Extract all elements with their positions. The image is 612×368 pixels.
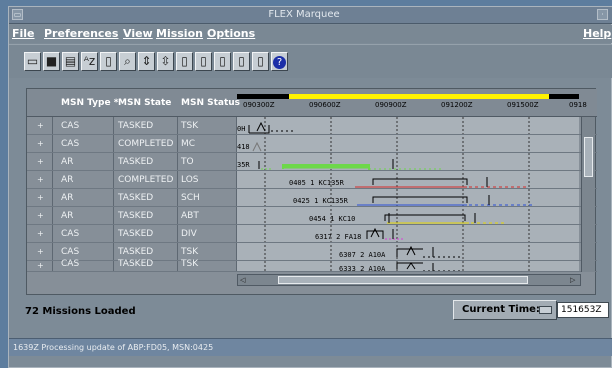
cell-msn-status: MC (181, 139, 196, 149)
table-row[interactable]: + CAS TASKED TSK (27, 257, 597, 272)
tick-3: 091200Z (441, 101, 473, 109)
sort-az-icon[interactable]: ᴬz (81, 52, 98, 71)
vertical-scrollbar[interactable] (581, 117, 595, 272)
tick-4: 091500Z (507, 101, 539, 109)
expand-icon[interactable]: ⇕ (138, 52, 155, 71)
menu-file[interactable]: File (12, 27, 35, 40)
tick-2: 090900Z (375, 101, 407, 109)
page-icon[interactable]: ▯ (176, 52, 193, 71)
cell-msn-status: TSK (181, 247, 199, 257)
expand-row-icon[interactable]: + (37, 229, 44, 238)
cell-msn-type: AR (61, 211, 74, 221)
print-icon[interactable]: ▤ (62, 52, 79, 71)
notes-icon[interactable]: ▯ (233, 52, 250, 71)
horizontal-scrollbar[interactable]: ◁ ▷ (237, 274, 581, 286)
save-icon[interactable]: ■ (43, 52, 60, 71)
cell-msn-type: AR (61, 193, 74, 203)
cell-msn-type: CAS (61, 259, 80, 269)
table-header: MSN Type * MSN State MSN Status 090300Z … (27, 89, 597, 117)
expand-row-icon[interactable]: + (37, 121, 44, 130)
tick-5: 0918 (569, 101, 587, 109)
current-time-button[interactable]: Current Time: (453, 300, 557, 320)
help-icon[interactable]: ? (271, 52, 288, 71)
cell-msn-status: ABT (181, 211, 199, 221)
cell-msn-status: DIV (181, 229, 197, 239)
expand-row-icon[interactable]: + (37, 157, 44, 166)
timeline-highlight (289, 94, 549, 99)
cell-msn-status: SCH (181, 193, 200, 203)
scroll-right-icon[interactable]: ▷ (570, 276, 578, 284)
col-msn-status[interactable]: MSN Status (181, 98, 240, 108)
toolbar: ▭ ■ ▤ ᴬz ▯ ⌕ ⇕ ⇳ ▯ ▯ ▯ ▯ ▯ ? (9, 44, 612, 78)
message-text: 1639Z Processing update of ABP:FD05, MSN… (13, 343, 214, 352)
expand-row-icon[interactable]: + (37, 175, 44, 184)
tick-1: 090600Z (309, 101, 341, 109)
table-row[interactable]: + CAS TASKED DIV (27, 225, 597, 243)
cell-msn-state: TASKED (118, 229, 154, 239)
cell-msn-state: COMPLETED (118, 139, 174, 149)
col-msn-state[interactable]: MSN State (118, 98, 171, 108)
table-row[interactable]: + CAS COMPLETED MC (27, 135, 597, 153)
cell-msn-type: CAS (61, 247, 80, 257)
expand-row-icon[interactable]: + (37, 211, 44, 220)
table-row[interactable]: + CAS TASKED TSK (27, 117, 597, 135)
cell-msn-type: AR (61, 157, 74, 167)
cell-msn-state: TASKED (118, 211, 154, 221)
menu-options[interactable]: Options (207, 27, 255, 40)
tick-0: 090300Z (243, 101, 275, 109)
scroll-left-icon[interactable]: ◁ (240, 276, 248, 284)
cell-msn-state: TASKED (118, 121, 154, 131)
current-time-field[interactable]: 151653Z (557, 302, 609, 318)
vertical-scroll-thumb[interactable] (584, 137, 593, 177)
table-row[interactable]: + AR TASKED ABT (27, 207, 597, 225)
mission-panel: MSN Type * MSN State MSN Status 090300Z … (26, 88, 597, 295)
menu-view[interactable]: View (123, 27, 153, 40)
menu-bar: File Preferences View Mission Options He… (9, 25, 612, 43)
current-time-label: Current Time: (462, 304, 540, 315)
missions-loaded-text: 72 Missions Loaded (25, 306, 136, 317)
menu-help[interactable]: Help (583, 27, 611, 40)
menu-preferences[interactable]: Preferences (44, 27, 118, 40)
cell-msn-status: TSK (181, 259, 199, 269)
copy-icon[interactable]: ▯ (252, 52, 269, 71)
cell-msn-state: TASKED (118, 157, 154, 167)
cell-msn-status: TSK (181, 121, 199, 131)
window-title: FLEX Marquee (268, 9, 340, 20)
cell-msn-state: TASKED (118, 247, 154, 257)
cell-msn-state: TASKED (118, 193, 154, 203)
expand-row-icon[interactable]: + (37, 139, 44, 148)
window-menu-icon[interactable]: ▭ (12, 9, 23, 20)
collapse-icon[interactable]: ⇳ (157, 52, 174, 71)
cell-msn-type: CAS (61, 229, 80, 239)
page-list-icon[interactable]: ▯ (195, 52, 212, 71)
cell-msn-type: CAS (61, 139, 80, 149)
cell-msn-state: TASKED (118, 259, 154, 269)
expand-row-icon[interactable]: + (37, 193, 44, 202)
expand-row-icon[interactable]: + (37, 247, 44, 256)
table-row[interactable]: + AR COMPLETED LOS (27, 171, 597, 189)
col-msn-type[interactable]: MSN Type * (61, 98, 118, 108)
app-window: FLEX Marquee ▭ · File Preferences View M… (8, 6, 612, 368)
menu-mission[interactable]: Mission (156, 27, 203, 40)
message-bar: 1639Z Processing update of ABP:FD05, MSN… (9, 338, 612, 356)
current-time-toggle-icon[interactable] (539, 306, 552, 314)
cell-msn-status: LOS (181, 175, 199, 185)
page-grid-icon[interactable]: ▯ (214, 52, 231, 71)
cell-msn-state: COMPLETED (118, 175, 174, 185)
table-row[interactable]: + AR TASKED SCH (27, 189, 597, 207)
document-icon[interactable]: ▯ (100, 52, 117, 71)
horizontal-scroll-thumb[interactable] (278, 276, 528, 284)
open-folder-icon[interactable]: ▭ (24, 52, 41, 71)
table-row[interactable]: + AR TASKED TO (27, 153, 597, 171)
expand-row-icon[interactable]: + (37, 261, 44, 270)
cell-msn-type: AR (61, 175, 74, 185)
title-bar[interactable]: FLEX Marquee ▭ · (9, 7, 612, 24)
search-icon[interactable]: ⌕ (119, 52, 136, 71)
minimize-icon[interactable]: · (597, 9, 608, 20)
cell-msn-type: CAS (61, 121, 80, 131)
cell-msn-status: TO (181, 157, 194, 167)
